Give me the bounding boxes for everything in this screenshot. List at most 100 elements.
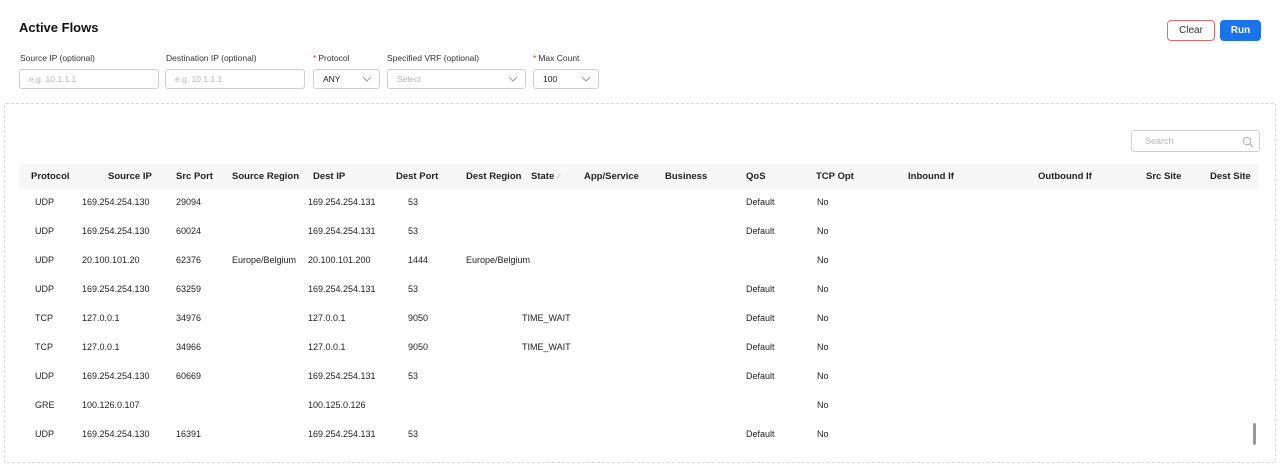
cell-qos: Default [746, 371, 775, 381]
col-business[interactable]: Business [665, 171, 707, 182]
protocol-label: * Protocol [313, 53, 350, 63]
cell-protocol: UDP [35, 371, 55, 381]
col-source-ip[interactable]: Source IP [108, 171, 152, 182]
cell-src-port: 63259 [176, 284, 202, 294]
table-row[interactable]: UDP 169.254.254.130 60024 169.254.254.13… [19, 218, 1259, 247]
protocol-value: ANY [323, 74, 341, 84]
cell-source-ip: 169.254.254.130 [82, 197, 150, 207]
sort-icon[interactable]: ✓ [555, 172, 562, 181]
page-title: Active Flows [19, 20, 99, 35]
cell-dest-ip: 169.254.254.131 [308, 371, 376, 381]
table-row[interactable]: UDP 169.254.254.130 60669 169.254.254.13… [19, 363, 1259, 392]
col-state-label: State [531, 171, 555, 182]
dest-ip-input[interactable]: e.g. 10.1.1.1 [165, 69, 305, 89]
cell-tcp-opt: No [817, 284, 829, 294]
cell-source-ip: 100.126.0.107 [82, 400, 140, 410]
search-input[interactable]: Search [1131, 130, 1260, 152]
required-mark: * [313, 53, 317, 63]
cell-qos: Default [746, 197, 775, 207]
cell-tcp-opt: No [817, 197, 829, 207]
cell-qos: Default [746, 284, 775, 294]
cell-source-ip: 169.254.254.130 [82, 429, 150, 439]
cell-tcp-opt: No [817, 255, 829, 265]
cell-source-ip: 20.100.101.20 [82, 255, 140, 265]
col-source-region[interactable]: Source Region [232, 171, 299, 182]
cell-dest-ip: 169.254.254.131 [308, 197, 376, 207]
cell-dest-port: 53 [408, 284, 419, 294]
protocol-label-text: Protocol [318, 53, 350, 63]
col-dest-port[interactable]: Dest Port [396, 171, 438, 182]
vrf-label: Specified VRF (optional) [387, 53, 480, 63]
table-row[interactable]: UDP 169.254.254.130 63259 169.254.254.13… [19, 276, 1259, 305]
clear-button[interactable]: Clear [1167, 20, 1215, 41]
source-ip-input[interactable]: e.g. 10.1.1.1 [19, 69, 159, 89]
col-app-service[interactable]: App/Service [584, 171, 639, 182]
cell-qos: Default [746, 313, 775, 323]
search-placeholder: Search [1145, 136, 1174, 146]
cell-dest-ip: 169.254.254.131 [308, 284, 376, 294]
search-icon[interactable] [1242, 136, 1254, 148]
cell-source-ip: 169.254.254.130 [82, 284, 150, 294]
cell-qos: Default [746, 342, 775, 352]
table-row[interactable]: UDP 20.100.101.20 62376 Europe/Belgium 2… [19, 247, 1259, 276]
cell-dest-ip: 127.0.0.1 [308, 342, 346, 352]
cell-tcp-opt: No [817, 400, 829, 410]
vrf-select[interactable]: Select [387, 69, 526, 89]
col-state[interactable]: State✓ [531, 171, 562, 182]
col-src-port[interactable]: Src Port [176, 171, 213, 182]
cell-src-port: 29094 [176, 197, 202, 207]
cell-tcp-opt: No [817, 371, 829, 381]
col-src-site[interactable]: Src Site [1146, 171, 1181, 182]
cell-dest-ip: 169.254.254.131 [308, 429, 376, 439]
col-dest-region[interactable]: Dest Region [466, 171, 521, 182]
cell-source-ip: 127.0.0.1 [82, 313, 120, 323]
cell-dest-region: Europe/Belgium [466, 255, 531, 265]
cell-dest-ip: 20.100.101.200 [308, 255, 371, 265]
cell-dest-port: 1444 [408, 255, 429, 265]
vertical-scrollbar[interactable] [1253, 423, 1256, 445]
cell-protocol: UDP [35, 226, 55, 236]
col-tcp-opt[interactable]: TCP Opt [816, 171, 854, 182]
cell-dest-port: 9050 [408, 313, 429, 323]
cell-dest-ip: 100.125.0.126 [308, 400, 366, 410]
protocol-select[interactable]: ANY [313, 69, 380, 89]
col-qos[interactable]: QoS [746, 171, 766, 182]
table-row[interactable]: TCP 127.0.0.1 34976 127.0.0.1 9050 TIME_… [19, 305, 1259, 334]
cell-src-port: 60669 [176, 371, 202, 381]
cell-protocol: GRE [35, 400, 55, 410]
cell-src-port: 34966 [176, 342, 202, 352]
max-count-select[interactable]: 100 [533, 69, 599, 89]
col-dest-ip[interactable]: Dest IP [313, 171, 345, 182]
cell-source-region: Europe/Belgium [232, 255, 297, 265]
cell-dest-port: 53 [408, 371, 419, 381]
cell-dest-port: 9050 [408, 342, 429, 352]
table-row[interactable]: TCP 127.0.0.1 34966 127.0.0.1 9050 TIME_… [19, 334, 1259, 363]
cell-state: TIME_WAIT [522, 313, 571, 323]
col-dest-site[interactable]: Dest Site [1210, 171, 1251, 182]
chevron-down-icon [508, 74, 518, 84]
table-row[interactable]: UDP 169.254.254.130 16391 169.254.254.13… [19, 421, 1259, 450]
required-mark: * [533, 53, 537, 63]
cell-protocol: UDP [35, 197, 55, 207]
table-row[interactable]: UDP 169.254.254.130 29094 169.254.254.13… [19, 189, 1259, 218]
cell-dest-port: 53 [408, 429, 419, 439]
cell-tcp-opt: No [817, 313, 829, 323]
cell-src-port: 34976 [176, 313, 202, 323]
source-ip-label: Source IP (optional) [20, 53, 95, 63]
cell-qos: Default [746, 226, 775, 236]
table-row[interactable]: GRE 100.126.0.107 100.125.0.126 No [19, 392, 1259, 421]
cell-tcp-opt: No [817, 429, 829, 439]
max-count-label: * Max Count [533, 53, 579, 63]
col-outbound-if[interactable]: Outbound If [1038, 171, 1092, 182]
cell-tcp-opt: No [817, 342, 829, 352]
cell-protocol: TCP [35, 342, 53, 352]
cell-protocol: UDP [35, 255, 55, 265]
cell-tcp-opt: No [817, 226, 829, 236]
col-protocol[interactable]: Protocol [31, 171, 70, 182]
chevron-down-icon [362, 74, 372, 84]
col-inbound-if[interactable]: Inbound If [908, 171, 954, 182]
run-button[interactable]: Run [1220, 20, 1261, 41]
chevron-down-icon [581, 74, 591, 84]
vrf-placeholder: Select [397, 74, 421, 84]
cell-src-port: 16391 [176, 429, 202, 439]
